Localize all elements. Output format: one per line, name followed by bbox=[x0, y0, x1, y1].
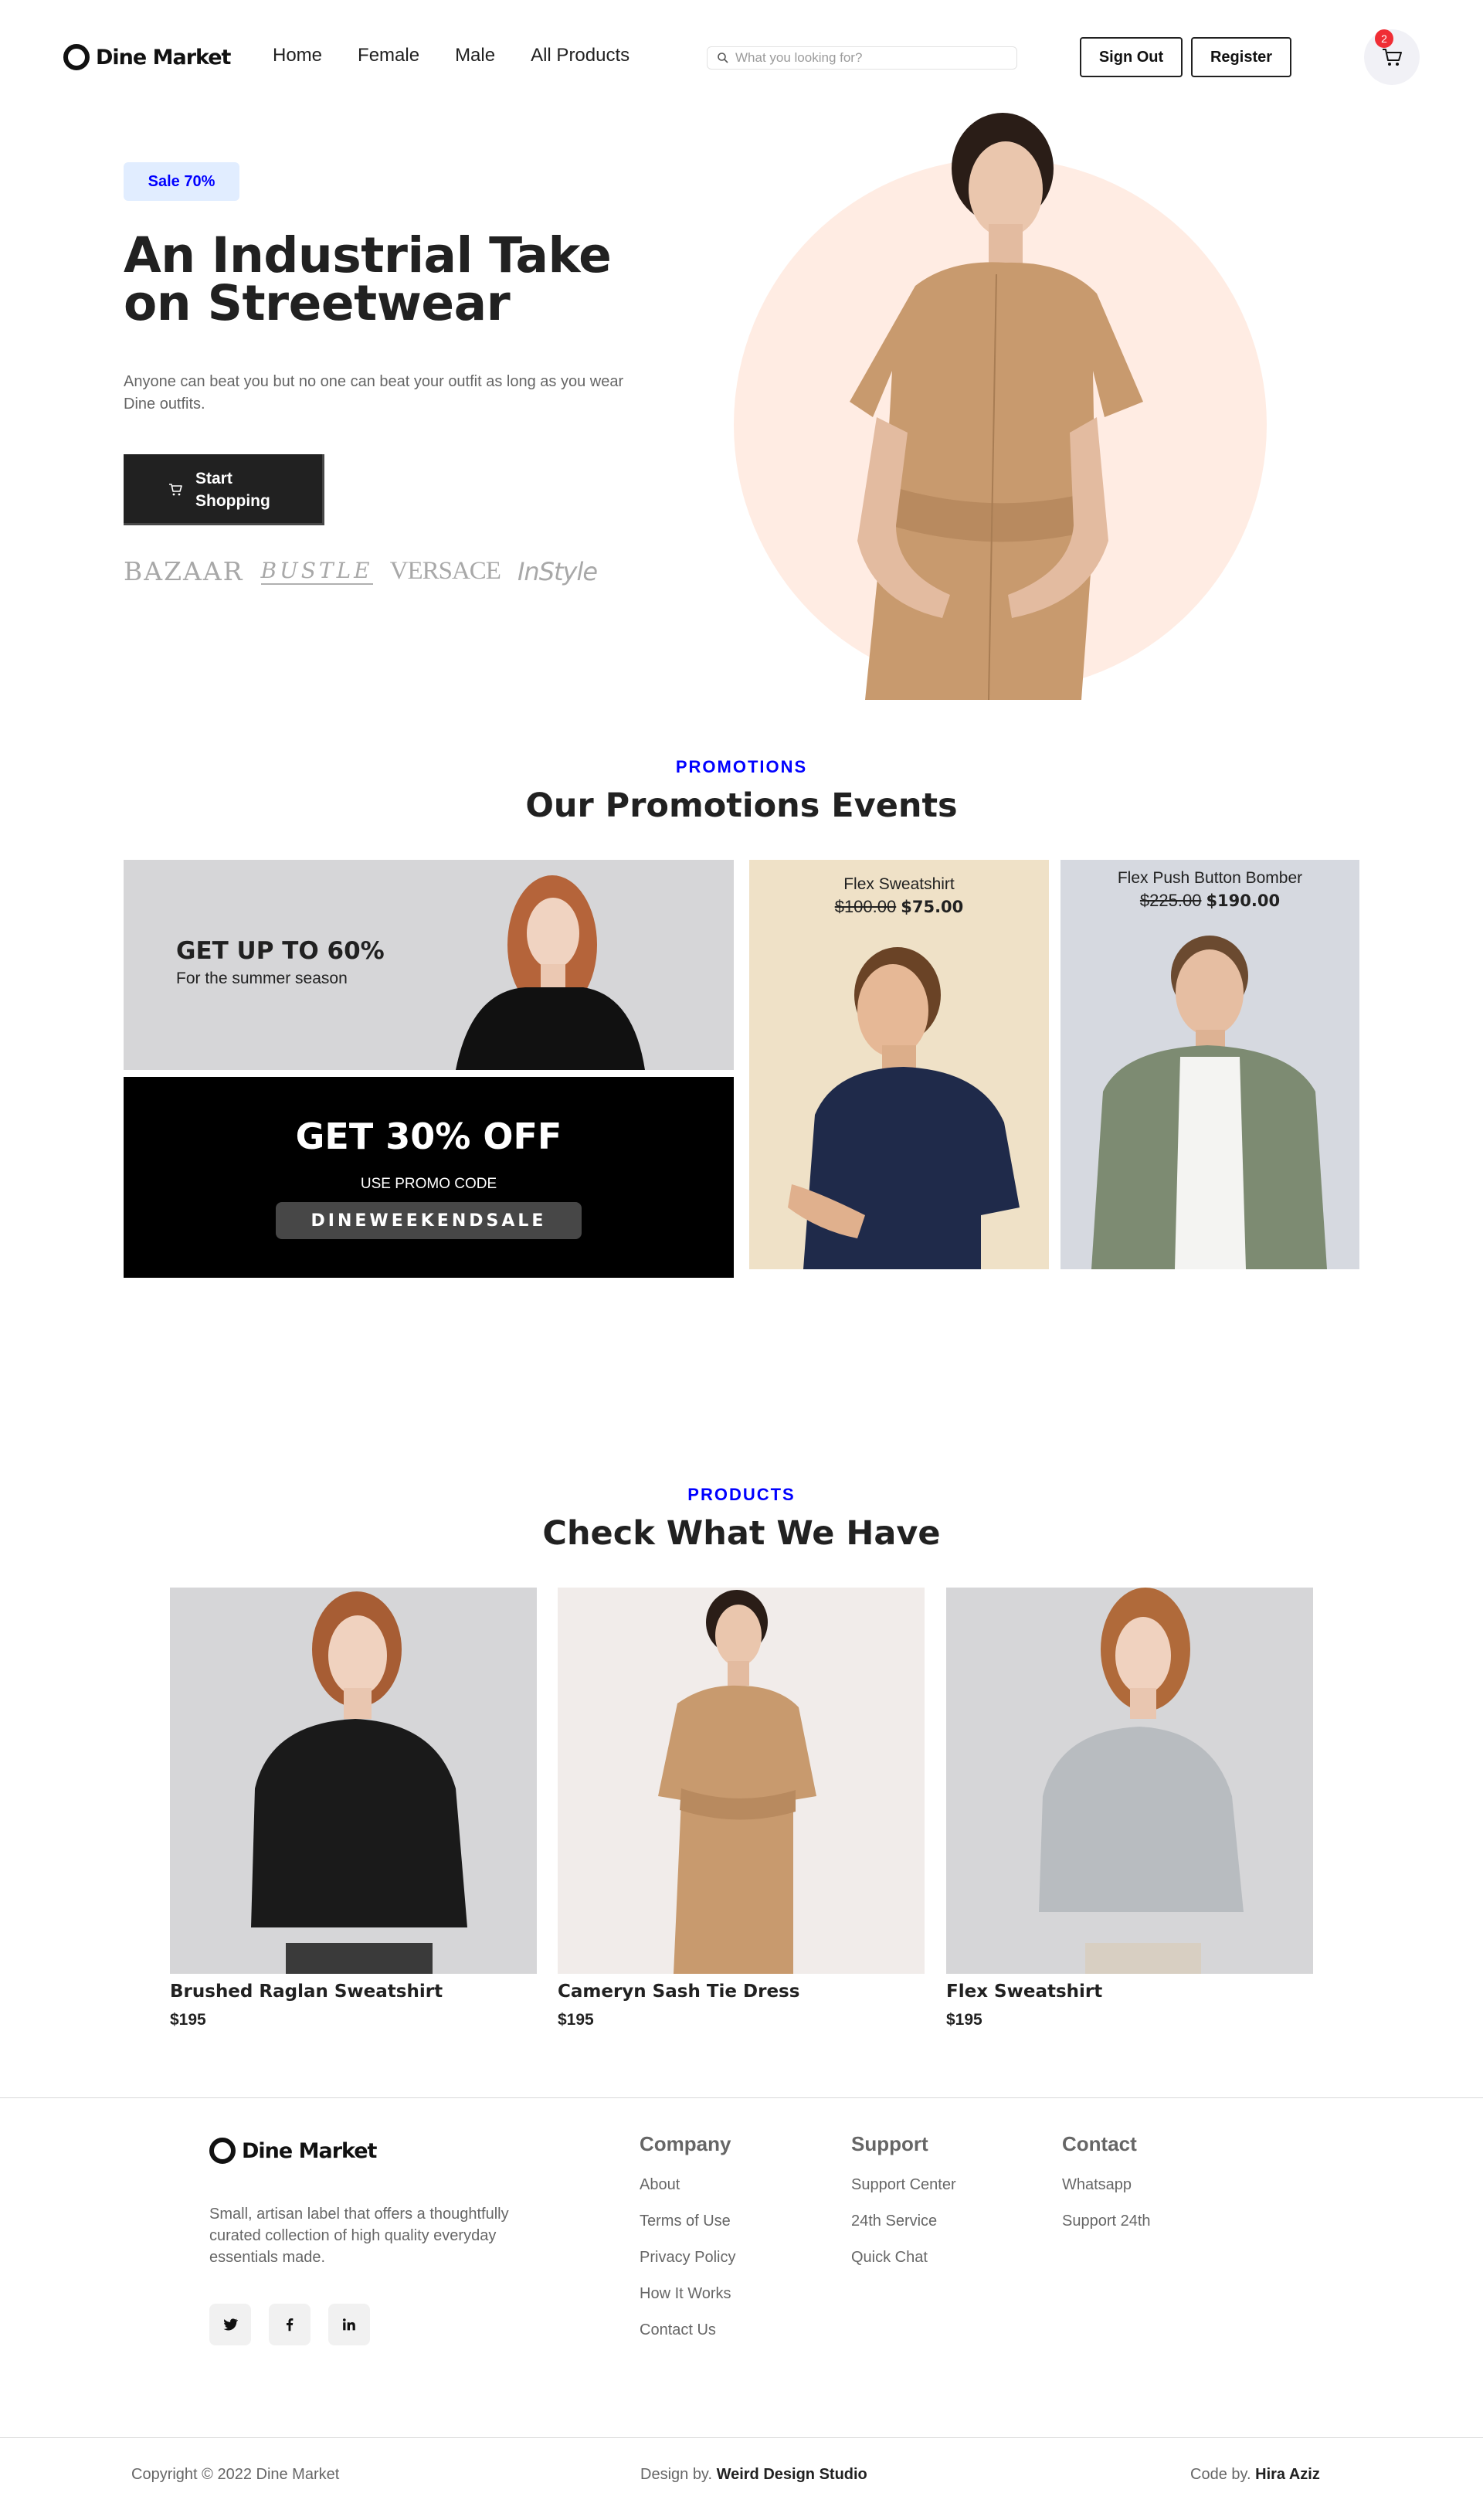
nav-link-female[interactable]: Female bbox=[358, 45, 419, 66]
product-image bbox=[558, 1588, 925, 1974]
product-price: $195 bbox=[946, 2011, 982, 2029]
product-card[interactable]: Cameryn Sash Tie Dress $195 bbox=[558, 1588, 925, 2029]
nav-link-home[interactable]: Home bbox=[273, 45, 322, 66]
cart-button[interactable]: 2 bbox=[1364, 29, 1420, 85]
footer-column-title: Support bbox=[851, 2132, 928, 2155]
cta-line2: Shopping bbox=[195, 492, 270, 510]
product-name: Brushed Raglan Sweatshirt bbox=[170, 1982, 443, 2002]
footer-link-quick-chat[interactable]: Quick Chat bbox=[851, 2240, 956, 2276]
promo-card-flex-sweatshirt[interactable]: Flex Sweatshirt $100.00 $75.00 bbox=[749, 860, 1049, 1269]
hero-image bbox=[718, 108, 1274, 700]
nav-link-all-products[interactable]: All Products bbox=[531, 45, 630, 66]
sale-badge: Sale 70% bbox=[124, 162, 239, 201]
twitter-button[interactable] bbox=[209, 2304, 251, 2345]
promo-card-summer[interactable]: GET UP TO 60% For the summer season bbox=[124, 860, 734, 1070]
logo-ring-icon bbox=[209, 2138, 236, 2164]
hero-title: An Industrial Take on Streetwear bbox=[124, 231, 649, 331]
footer-link-support-24th[interactable]: Support 24th bbox=[1062, 2203, 1151, 2240]
cta-line1: Start bbox=[195, 470, 232, 487]
footer-divider bbox=[0, 2097, 1483, 2098]
social-links bbox=[209, 2304, 370, 2345]
footer-link-whatsapp[interactable]: Whatsapp bbox=[1062, 2167, 1151, 2203]
promo-weekend-title: GET 30% OFF bbox=[295, 1116, 562, 1157]
linkedin-button[interactable] bbox=[328, 2304, 370, 2345]
linkedin-icon bbox=[342, 2318, 355, 2331]
sign-out-button[interactable]: Sign Out bbox=[1080, 37, 1183, 77]
product-price: $195 bbox=[170, 2011, 206, 2029]
products-title: Check What We Have bbox=[542, 1514, 941, 1553]
product-image bbox=[946, 1588, 1313, 1974]
start-shopping-button[interactable]: Start Shopping bbox=[124, 454, 324, 525]
footer-brand-name: Dine Market bbox=[242, 2138, 377, 2163]
footer-column-company: Company About Terms of Use Privacy Polic… bbox=[640, 2132, 735, 2348]
footer-column-support: Support Support Center 24th Service Quic… bbox=[851, 2132, 956, 2276]
promotions-title: Our Promotions Events bbox=[525, 786, 958, 825]
footer-description: Small, artisan label that offers a thoug… bbox=[209, 2206, 509, 2266]
brand-logo-bustle: BUSTLE bbox=[260, 558, 373, 585]
promo-model-illustration bbox=[788, 947, 1020, 1269]
footer-column-contact: Contact Whatsapp Support 24th bbox=[1062, 2132, 1151, 2240]
footer-brand-logo[interactable]: Dine Market bbox=[209, 2138, 377, 2164]
facebook-icon bbox=[286, 2318, 294, 2332]
footer-link-24th-service[interactable]: 24th Service bbox=[851, 2203, 956, 2240]
hero-description: Anyone can beat you but no one can beat … bbox=[124, 373, 624, 413]
logo-ring-icon bbox=[63, 44, 90, 70]
brand-logo-bazaar: BAZAAR bbox=[124, 556, 244, 586]
cart-icon bbox=[1383, 49, 1402, 66]
code-credit-prefix: Code by. bbox=[1190, 2466, 1251, 2483]
brand-logos: BAZAAR BUSTLE VERSACE InStyle bbox=[124, 556, 598, 586]
brand-name: Dine Market bbox=[96, 45, 231, 70]
promo-card-weekend[interactable]: GET 30% OFF USE PROMO CODE DINEWEEKENDSA… bbox=[124, 1077, 734, 1278]
footer-bottom-divider bbox=[0, 2437, 1483, 2438]
promo-model-illustration bbox=[1091, 936, 1327, 1269]
footer-link-about[interactable]: About bbox=[640, 2167, 735, 2203]
code-credit: Code by. Hira Aziz bbox=[1190, 2466, 1320, 2484]
product-image bbox=[170, 1588, 537, 1974]
design-credit-prefix: Design by. bbox=[640, 2466, 713, 2483]
register-button[interactable]: Register bbox=[1191, 37, 1291, 77]
start-shopping-label: Start Shopping bbox=[195, 467, 280, 512]
product-name: Cameryn Sash Tie Dress bbox=[558, 1982, 800, 2002]
product-photo-flex-sweatshirt bbox=[1039, 1588, 1244, 1974]
design-credit: Design by. Weird Design Studio bbox=[640, 2466, 867, 2484]
footer-column-title: Contact bbox=[1062, 2132, 1137, 2155]
top-nav: Dine Market Home Female Male All Product… bbox=[0, 0, 1483, 116]
product-photo-sweatshirt bbox=[251, 1591, 467, 1974]
product-photo-dress bbox=[658, 1590, 816, 1974]
footer-link-privacy[interactable]: Privacy Policy bbox=[640, 2240, 735, 2276]
facebook-button[interactable] bbox=[269, 2304, 311, 2345]
twitter-icon bbox=[223, 2318, 239, 2331]
cart-count-badge: 2 bbox=[1375, 29, 1393, 48]
promo-weekend-subtitle: USE PROMO CODE bbox=[360, 1176, 497, 1192]
promo-card-bomber[interactable]: Flex Push Button Bomber $225.00 $190.00 bbox=[1060, 860, 1359, 1269]
nav-links: Home Female Male All Products bbox=[273, 45, 630, 66]
footer-link-support-center[interactable]: Support Center bbox=[851, 2167, 956, 2203]
products-kicker: PRODUCTS bbox=[687, 1485, 796, 1504]
code-credit-name: Hira Aziz bbox=[1255, 2466, 1320, 2483]
hero-model-illustration bbox=[850, 113, 1143, 700]
promo-model-illustration bbox=[456, 875, 645, 1070]
design-credit-name: Weird Design Studio bbox=[716, 2466, 867, 2483]
product-card[interactable]: Flex Sweatshirt $195 bbox=[946, 1588, 1313, 2029]
nav-link-male[interactable]: Male bbox=[455, 45, 495, 66]
cart-icon bbox=[169, 484, 182, 496]
hero-title-line2: on Streetwear bbox=[124, 275, 511, 331]
brand-logo-instyle: InStyle bbox=[517, 556, 598, 586]
promo-code: DINEWEEKENDSALE bbox=[276, 1202, 582, 1239]
footer-link-contact-us[interactable]: Contact Us bbox=[640, 2312, 735, 2348]
footer-link-terms[interactable]: Terms of Use bbox=[640, 2203, 735, 2240]
promotions-kicker: PROMOTIONS bbox=[675, 757, 808, 776]
footer-column-title: Company bbox=[640, 2132, 731, 2155]
copyright-text: Copyright © 2022 Dine Market bbox=[131, 2466, 340, 2483]
product-price: $195 bbox=[558, 2011, 594, 2029]
footer-link-how-it-works[interactable]: How It Works bbox=[640, 2276, 735, 2312]
search-box bbox=[707, 46, 1017, 70]
product-card[interactable]: Brushed Raglan Sweatshirt $195 bbox=[170, 1588, 537, 2029]
brand-logo-versace: VERSACE bbox=[389, 557, 501, 585]
brand-logo[interactable]: Dine Market bbox=[63, 44, 231, 70]
product-name: Flex Sweatshirt bbox=[946, 1982, 1103, 2002]
search-icon bbox=[718, 53, 728, 63]
search-input[interactable] bbox=[735, 50, 998, 66]
